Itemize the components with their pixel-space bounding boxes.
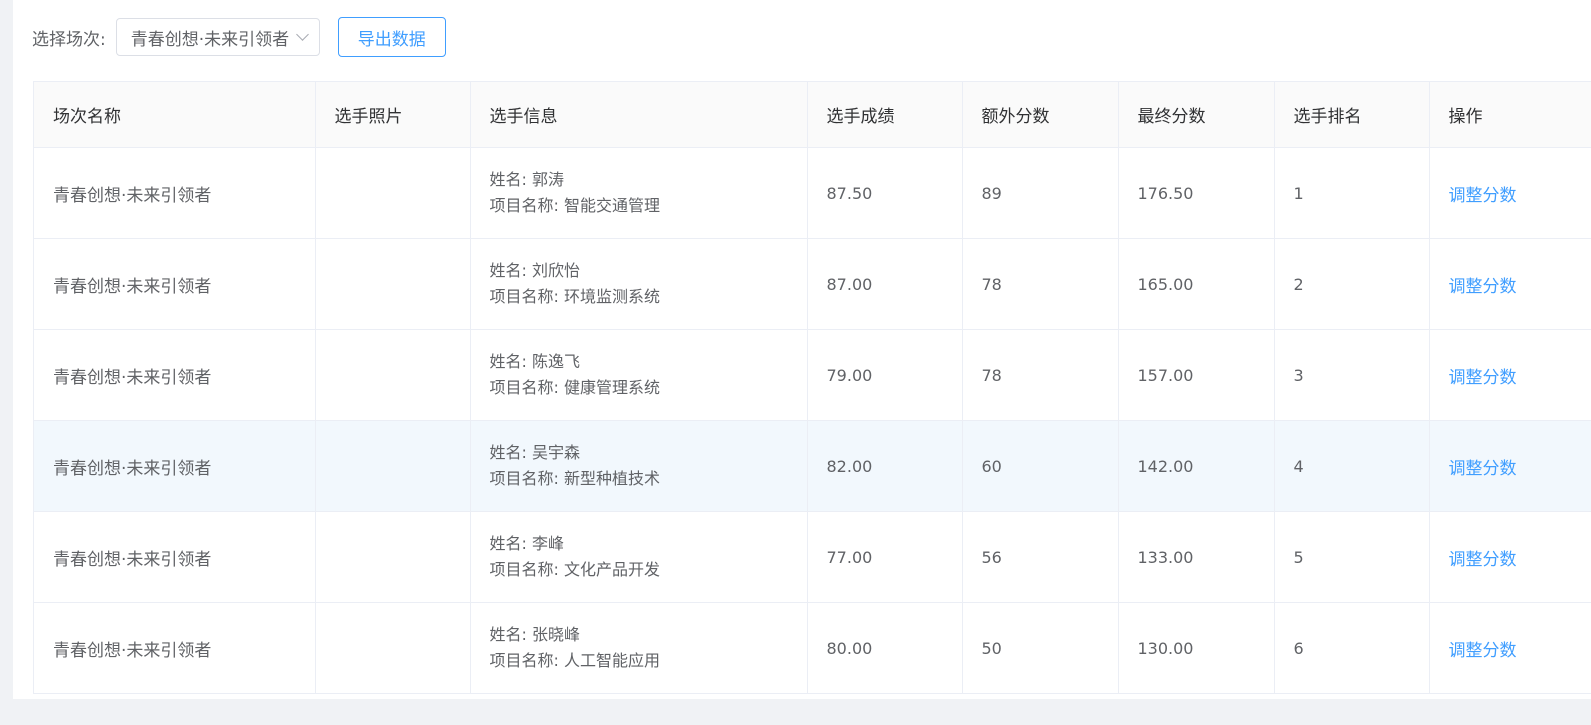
player-name: 姓名: 张晓峰 (489, 625, 580, 644)
extra-score-cell: 78 (962, 329, 1119, 421)
header-final-score: 最终分数 (1118, 82, 1275, 148)
rank-cell: 6 (1274, 602, 1430, 694)
player-info-cell: 姓名: 陈逸飞 项目名称: 健康管理系统 (470, 329, 808, 421)
table-row: 青春创想·未来引领者 姓名: 吴宇森 项目名称: 新型种植技术 82.00 60… (34, 420, 1591, 512)
player-info-cell: 姓名: 吴宇森 项目名称: 新型种植技术 (470, 420, 808, 512)
player-name: 姓名: 李峰 (489, 534, 564, 553)
table-row: 青春创想·未来引领者 姓名: 陈逸飞 项目名称: 健康管理系统 79.00 78… (34, 329, 1591, 421)
table-row: 青春创想·未来引领者 姓名: 郭涛 项目名称: 智能交通管理 87.50 89 … (34, 147, 1591, 239)
project-name: 项目名称: 健康管理系统 (489, 378, 660, 397)
final-score-cell: 130.00 (1118, 602, 1275, 694)
final-score-cell: 142.00 (1118, 420, 1275, 512)
project-name: 项目名称: 文化产品开发 (489, 560, 660, 579)
export-data-button[interactable]: 导出数据 (337, 17, 446, 57)
session-select-value: 青春创想·未来引领者 (130, 29, 290, 50)
adjust-score-link[interactable]: 调整分数 (1449, 368, 1517, 388)
chevron-down-icon (295, 28, 309, 41)
rank-cell: 3 (1274, 329, 1430, 421)
photo-cell (315, 511, 471, 603)
final-score-cell: 157.00 (1118, 329, 1275, 421)
score-cell: 82.00 (807, 420, 963, 512)
player-info-cell: 姓名: 张晓峰 项目名称: 人工智能应用 (470, 602, 808, 694)
extra-score-cell: 56 (962, 511, 1119, 603)
actions-cell: 调整分数 (1429, 511, 1591, 603)
rank-cell: 5 (1274, 511, 1430, 603)
player-name: 姓名: 吴宇森 (489, 443, 580, 462)
session-name-cell: 青春创想·未来引领者 (34, 238, 316, 330)
adjust-score-link[interactable]: 调整分数 (1449, 277, 1517, 297)
adjust-score-link[interactable]: 调整分数 (1449, 186, 1517, 206)
player-name: 姓名: 郭涛 (489, 170, 564, 189)
table-row: 青春创想·未来引领者 姓名: 刘欣怡 项目名称: 环境监测系统 87.00 78… (34, 238, 1591, 330)
actions-cell: 调整分数 (1429, 602, 1591, 694)
score-cell: 87.50 (807, 147, 963, 239)
photo-cell (315, 147, 471, 239)
player-name: 姓名: 陈逸飞 (489, 352, 580, 371)
main-panel: 选择场次: 青春创想·未来引领者 导出数据 场次名称 选手照片 选手信息 选手成… (13, 0, 1591, 699)
actions-cell: 调整分数 (1429, 238, 1591, 330)
adjust-score-link[interactable]: 调整分数 (1449, 459, 1517, 479)
actions-cell: 调整分数 (1429, 329, 1591, 421)
extra-score-cell: 89 (962, 147, 1119, 239)
player-info-cell: 姓名: 郭涛 项目名称: 智能交通管理 (470, 147, 808, 239)
project-name: 项目名称: 人工智能应用 (489, 651, 660, 670)
table-row: 青春创想·未来引领者 姓名: 李峰 项目名称: 文化产品开发 77.00 56 … (34, 511, 1591, 603)
session-name-cell: 青春创想·未来引领者 (34, 420, 316, 512)
score-cell: 79.00 (807, 329, 963, 421)
project-name: 项目名称: 智能交通管理 (489, 196, 660, 215)
photo-cell (315, 238, 471, 330)
project-name: 项目名称: 新型种植技术 (489, 469, 660, 488)
adjust-score-link[interactable]: 调整分数 (1449, 641, 1517, 661)
actions-cell: 调整分数 (1429, 420, 1591, 512)
header-player-info: 选手信息 (470, 82, 808, 148)
header-score: 选手成绩 (807, 82, 963, 148)
extra-score-cell: 78 (962, 238, 1119, 330)
header-session-name: 场次名称 (34, 82, 316, 148)
filter-toolbar: 选择场次: 青春创想·未来引领者 导出数据 (32, 17, 446, 57)
player-info-cell: 姓名: 李峰 项目名称: 文化产品开发 (470, 511, 808, 603)
header-extra-score: 额外分数 (962, 82, 1119, 148)
photo-cell (315, 602, 471, 694)
score-cell: 80.00 (807, 602, 963, 694)
session-select[interactable]: 青春创想·未来引领者 (115, 18, 320, 56)
session-name-cell: 青春创想·未来引领者 (34, 602, 316, 694)
table-row: 青春创想·未来引领者 姓名: 张晓峰 项目名称: 人工智能应用 80.00 50… (34, 602, 1591, 694)
final-score-cell: 133.00 (1118, 511, 1275, 603)
photo-cell (315, 329, 471, 421)
project-name: 项目名称: 环境监测系统 (489, 287, 660, 306)
final-score-cell: 165.00 (1118, 238, 1275, 330)
rank-cell: 4 (1274, 420, 1430, 512)
session-name-cell: 青春创想·未来引领者 (34, 511, 316, 603)
player-info-cell: 姓名: 刘欣怡 项目名称: 环境监测系统 (470, 238, 808, 330)
adjust-score-link[interactable]: 调整分数 (1449, 550, 1517, 570)
session-name-cell: 青春创想·未来引领者 (34, 329, 316, 421)
session-select-label: 选择场次: (32, 29, 106, 50)
header-rank: 选手排名 (1274, 82, 1430, 148)
player-name: 姓名: 刘欣怡 (489, 261, 580, 280)
score-cell: 77.00 (807, 511, 963, 603)
rank-cell: 1 (1274, 147, 1430, 239)
table-header-row: 场次名称 选手照片 选手信息 选手成绩 额外分数 最终分数 选手排名 操作 (34, 82, 1591, 148)
extra-score-cell: 50 (962, 602, 1119, 694)
rank-cell: 2 (1274, 238, 1430, 330)
header-actions: 操作 (1429, 82, 1591, 148)
header-photo: 选手照片 (315, 82, 471, 148)
photo-cell (315, 420, 471, 512)
final-score-cell: 176.50 (1118, 147, 1275, 239)
actions-cell: 调整分数 (1429, 147, 1591, 239)
extra-score-cell: 60 (962, 420, 1119, 512)
session-name-cell: 青春创想·未来引领者 (34, 147, 316, 239)
score-cell: 87.00 (807, 238, 963, 330)
ranking-table: 场次名称 选手照片 选手信息 选手成绩 额外分数 最终分数 选手排名 操作 青春… (33, 81, 1591, 694)
